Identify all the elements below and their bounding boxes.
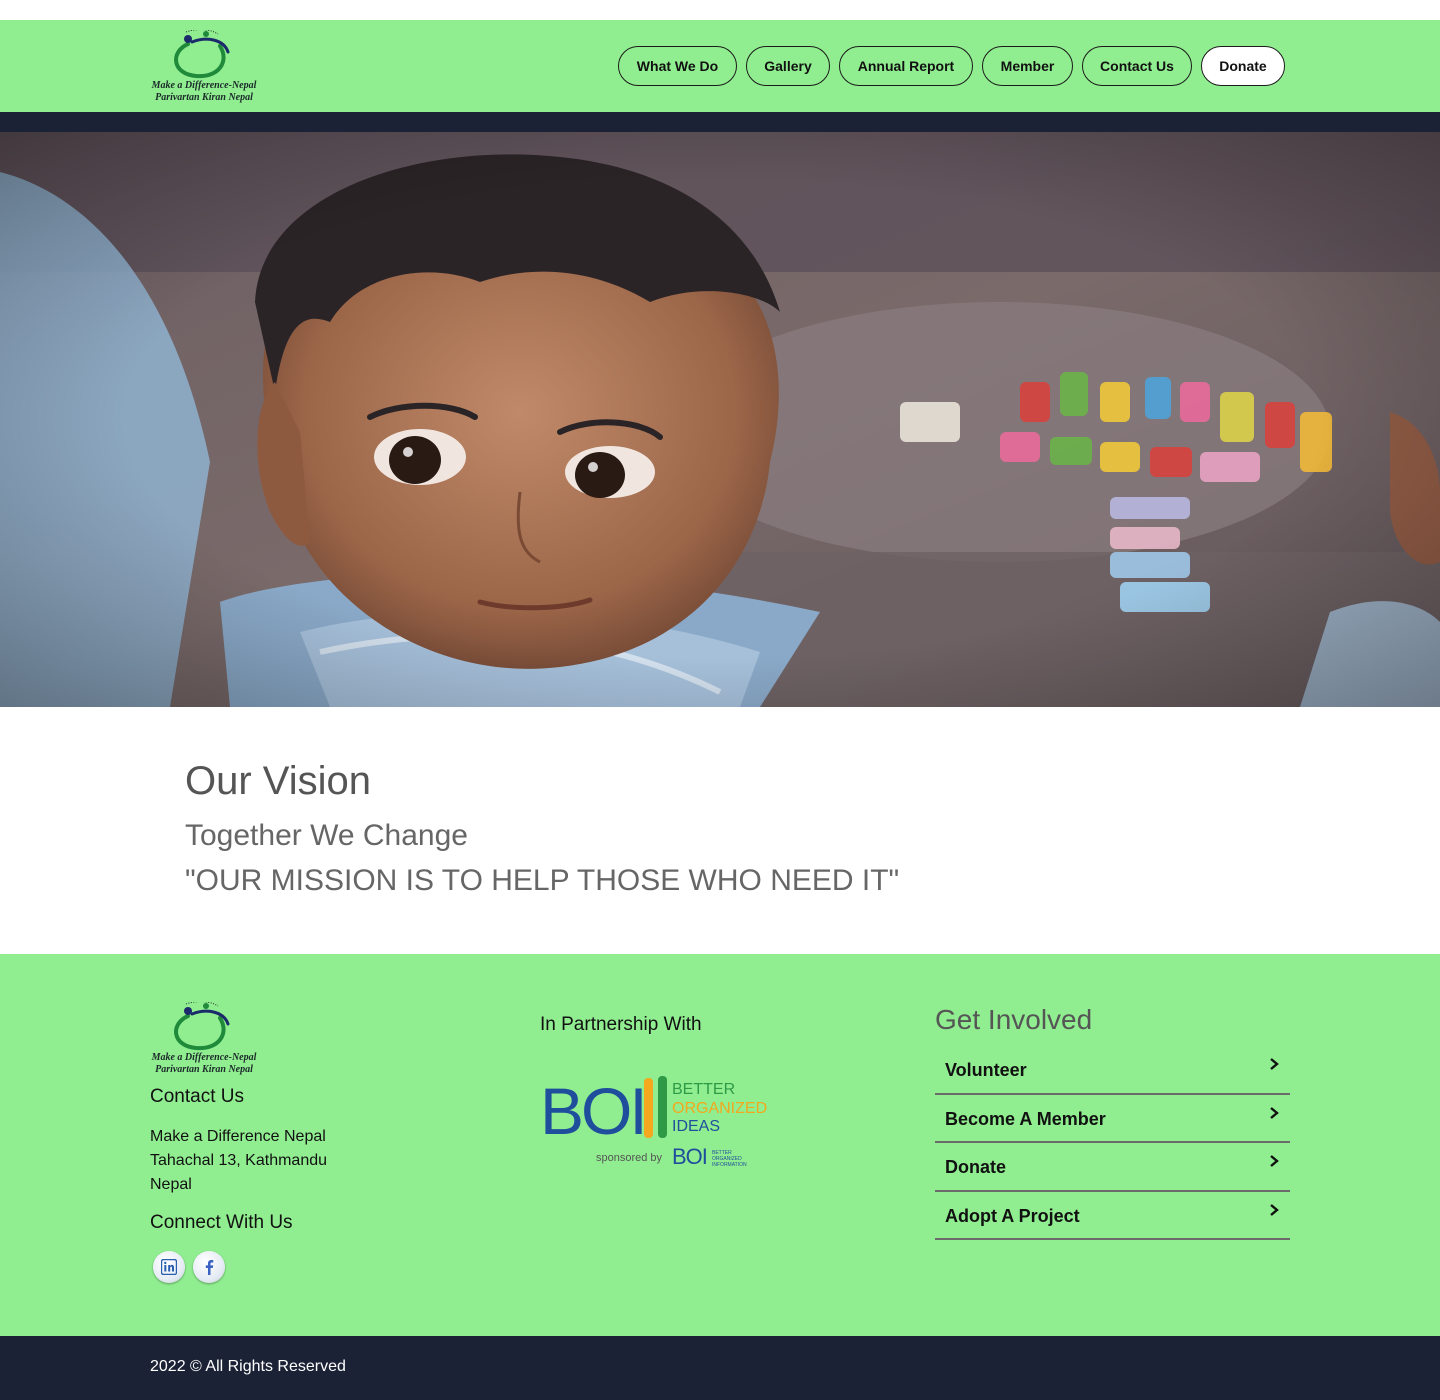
footer-logo-line1: Make a Difference-Nepal [151,1052,257,1063]
get-involved-label: Become A Member [945,1108,1106,1129]
vision-section: Our Vision Together We Change "OUR MISSI… [185,757,899,897]
get-involved-label: Donate [945,1157,1007,1177]
get-involved-list: Volunteer Become A Member Donate Adopt A… [935,1046,1290,1240]
top-strip [0,0,1440,20]
boi-ideas-text: IDEAS [672,1118,720,1135]
boi-small-line3: INFORMATION [712,1162,747,1168]
copyright-text: 2022 © All Rights Reserved [150,1358,346,1375]
nav-donate-button[interactable]: Donate [1201,46,1285,86]
nav-gallery[interactable]: Gallery [746,46,830,86]
partner-heading: In Partnership With [540,1014,702,1035]
chevron-right-icon [1270,1203,1279,1216]
nav-what-we-do[interactable]: What We Do [618,46,737,86]
vision-subtitle: Together We Change [185,819,468,852]
nav-contact-us[interactable]: Contact Us [1082,46,1192,86]
chevron-right-icon [1270,1155,1279,1167]
footer-connect-heading: Connect With Us [150,1212,293,1233]
get-involved-donate[interactable]: Donate [935,1143,1290,1192]
nav-annual-report[interactable]: Annual Report [839,46,973,86]
circle-figure-logo-icon [174,29,230,79]
get-involved-label: Volunteer [945,1060,1027,1080]
footer-logo-line2: Parivartan Kiran Nepal [155,1064,253,1075]
logo-line1: Make a Difference-Nepal [151,80,257,91]
boi-organized-text: ORGANIZED [672,1100,767,1117]
address-line: Tahachal 13, Kathmandu [150,1152,328,1169]
boi-partner-logo[interactable]: BOI BETTER ORGANIZED IDEAS sponsored by … [540,1072,770,1172]
get-involved-become-member[interactable]: Become A Member [935,1095,1290,1143]
circle-figure-logo-icon [174,1001,230,1051]
site-logo[interactable]: Make a Difference-Nepal Parivartan Kiran… [148,29,260,106]
facebook-link[interactable] [193,1251,225,1283]
address-line: Make a Difference Nepal [150,1128,326,1145]
boi-logo: BOI BETTER ORGANIZED IDEAS sponsored by … [540,1074,767,1169]
bottom-bar: 2022 © All Rights Reserved [0,1336,1440,1400]
site-footer: Make a Difference-Nepal Parivartan Kiran… [0,954,1440,1336]
facebook-icon [205,1260,214,1275]
get-involved-adopt-project[interactable]: Adopt A Project [935,1192,1290,1240]
site-header: Make a Difference-Nepal Parivartan Kiran… [0,20,1440,112]
footer-address: Make a Difference Nepal Tahachal 13, Kat… [150,1125,327,1197]
hero-image [0,132,1440,707]
logo-line2: Parivartan Kiran Nepal [155,92,253,103]
header-divider-band [0,112,1440,132]
address-line: Nepal [150,1176,192,1193]
boi-small-text: BOI [672,1144,707,1169]
linkedin-link[interactable] [153,1251,185,1283]
linkedin-icon [161,1259,177,1275]
nav-member[interactable]: Member [982,46,1073,86]
get-involved-volunteer[interactable]: Volunteer [935,1046,1290,1095]
chevron-right-icon [1270,1058,1279,1070]
footer-contact-heading: Contact Us [150,1086,244,1107]
footer-logo[interactable]: Make a Difference-Nepal Parivartan Kiran… [148,1001,260,1078]
boi-big-text: BOI [540,1074,645,1148]
chevron-right-icon [1270,1106,1279,1119]
sponsored-by-text: sponsored by [596,1152,663,1164]
boi-better-text: BETTER [672,1081,735,1098]
mission-statement: "OUR MISSION IS TO HELP THOSE WHO NEED I… [185,864,900,897]
get-involved-label: Adopt A Project [945,1205,1080,1226]
vision-title: Our Vision [185,759,372,803]
child-photo-illustration [0,132,1440,707]
get-involved-heading: Get Involved [935,1004,1093,1035]
